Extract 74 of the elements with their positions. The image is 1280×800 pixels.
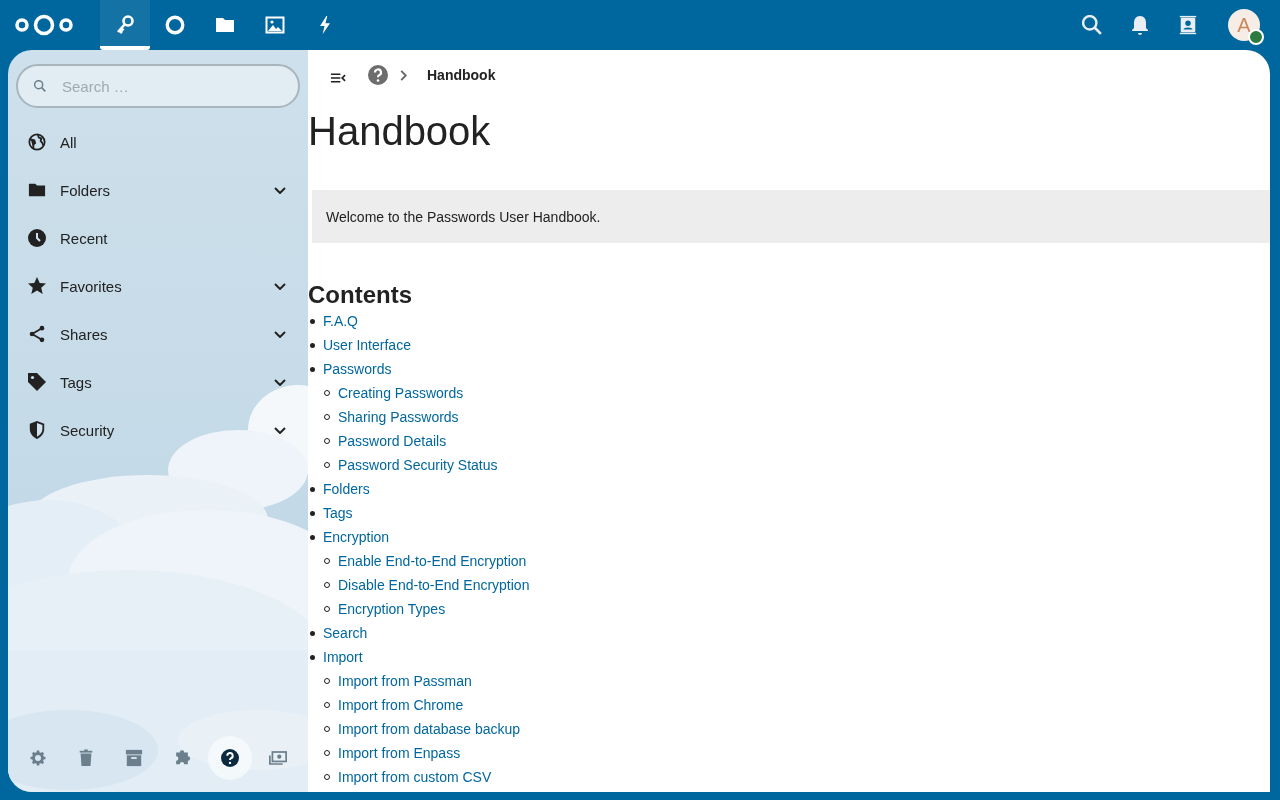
settings-icon (29, 749, 47, 767)
chevron-down-icon (274, 426, 286, 434)
bullet-icon (310, 318, 315, 324)
toc-link[interactable]: Password Security Status (338, 457, 498, 473)
search-field[interactable]: Search … (16, 64, 300, 108)
shield-icon (28, 421, 46, 439)
help-button[interactable] (208, 736, 252, 780)
clock-icon (28, 229, 46, 247)
toc-link[interactable]: User Interface (323, 337, 411, 353)
toc-link[interactable]: Sharing Passwords (338, 409, 459, 425)
page-title: Handbook (308, 108, 492, 155)
toc-link[interactable]: Tags (323, 505, 353, 521)
toc-link[interactable]: Import from custom CSV (338, 769, 492, 785)
breadcrumb-link[interactable]: Handbook (427, 67, 496, 83)
chevron-down-icon (274, 378, 286, 386)
toc-link[interactable]: Import from database backup (338, 721, 521, 737)
logo-icon (14, 13, 74, 37)
star-icon (28, 277, 46, 295)
toc-link[interactable]: Import from Chrome (338, 697, 464, 713)
sidebar-item[interactable]: Recent (8, 214, 308, 262)
toc-link[interactable]: Passwords (323, 361, 392, 377)
chevron-right-icon (400, 69, 407, 81)
chevron-down-icon (274, 330, 286, 338)
search-icon (34, 80, 46, 92)
toc-link[interactable]: Folders (323, 481, 370, 497)
toc-link[interactable]: Import from Passman (338, 673, 472, 689)
sidebar-item[interactable]: Favorites (8, 262, 308, 310)
key-icon (115, 15, 135, 35)
notice-text: Welcome to the Passwords User Handbook. (326, 208, 601, 225)
toc-link[interactable]: F.A.Q (323, 313, 358, 329)
puzzle-icon (173, 749, 191, 767)
banknote-icon (269, 749, 287, 767)
help-icon (368, 65, 388, 85)
menu-toggle-button[interactable] (330, 73, 346, 83)
toc-link[interactable]: Search (323, 625, 368, 641)
bullet-icon (310, 510, 315, 516)
trash-icon (77, 749, 95, 767)
menu-toggle-icon (330, 73, 346, 83)
archive-icon (125, 749, 143, 767)
app-button[interactable] (100, 0, 150, 50)
toc-link[interactable]: Creating Passwords (338, 385, 464, 401)
bell-icon (1130, 15, 1150, 35)
toc-link[interactable]: Encryption Types (338, 601, 446, 617)
bullet-icon (310, 342, 315, 348)
toc-link[interactable]: Enable End-to-End Encryption (338, 553, 527, 569)
bullet-icon (310, 630, 315, 636)
toc-link[interactable]: Encryption (323, 529, 390, 545)
tag-icon (28, 373, 46, 391)
bullet-icon (310, 366, 315, 372)
globe-icon (28, 133, 46, 151)
toc-link[interactable]: Password Details (338, 433, 447, 449)
section-heading: Contents (308, 281, 413, 309)
bullet-icon (310, 534, 315, 540)
sidebar-item[interactable]: Tags (8, 358, 308, 406)
search-icon (1082, 15, 1102, 35)
image-icon (265, 15, 285, 35)
toc-link[interactable]: Import (323, 649, 363, 665)
logo-link[interactable] (14, 13, 74, 37)
sidebar-item[interactable]: Folders (8, 166, 308, 214)
help-icon (221, 749, 239, 767)
sidebar-item[interactable]: Shares (8, 310, 308, 358)
folder-icon (28, 181, 46, 199)
share-icon (28, 325, 46, 343)
toc-link[interactable]: Disable End-to-End Encryption (338, 577, 530, 593)
bullet-icon (310, 486, 315, 492)
folder-icon (215, 15, 235, 35)
circle-icon (165, 15, 185, 35)
chevron-down-icon (274, 282, 286, 290)
toc-link[interactable]: Import from Enpass (338, 745, 461, 761)
bullet-icon (310, 654, 315, 660)
contact-card-icon (1178, 15, 1198, 35)
chevron-down-icon (274, 186, 286, 194)
sidebar-item[interactable]: Security (8, 406, 308, 454)
sidebar-item[interactable]: All (8, 118, 308, 166)
